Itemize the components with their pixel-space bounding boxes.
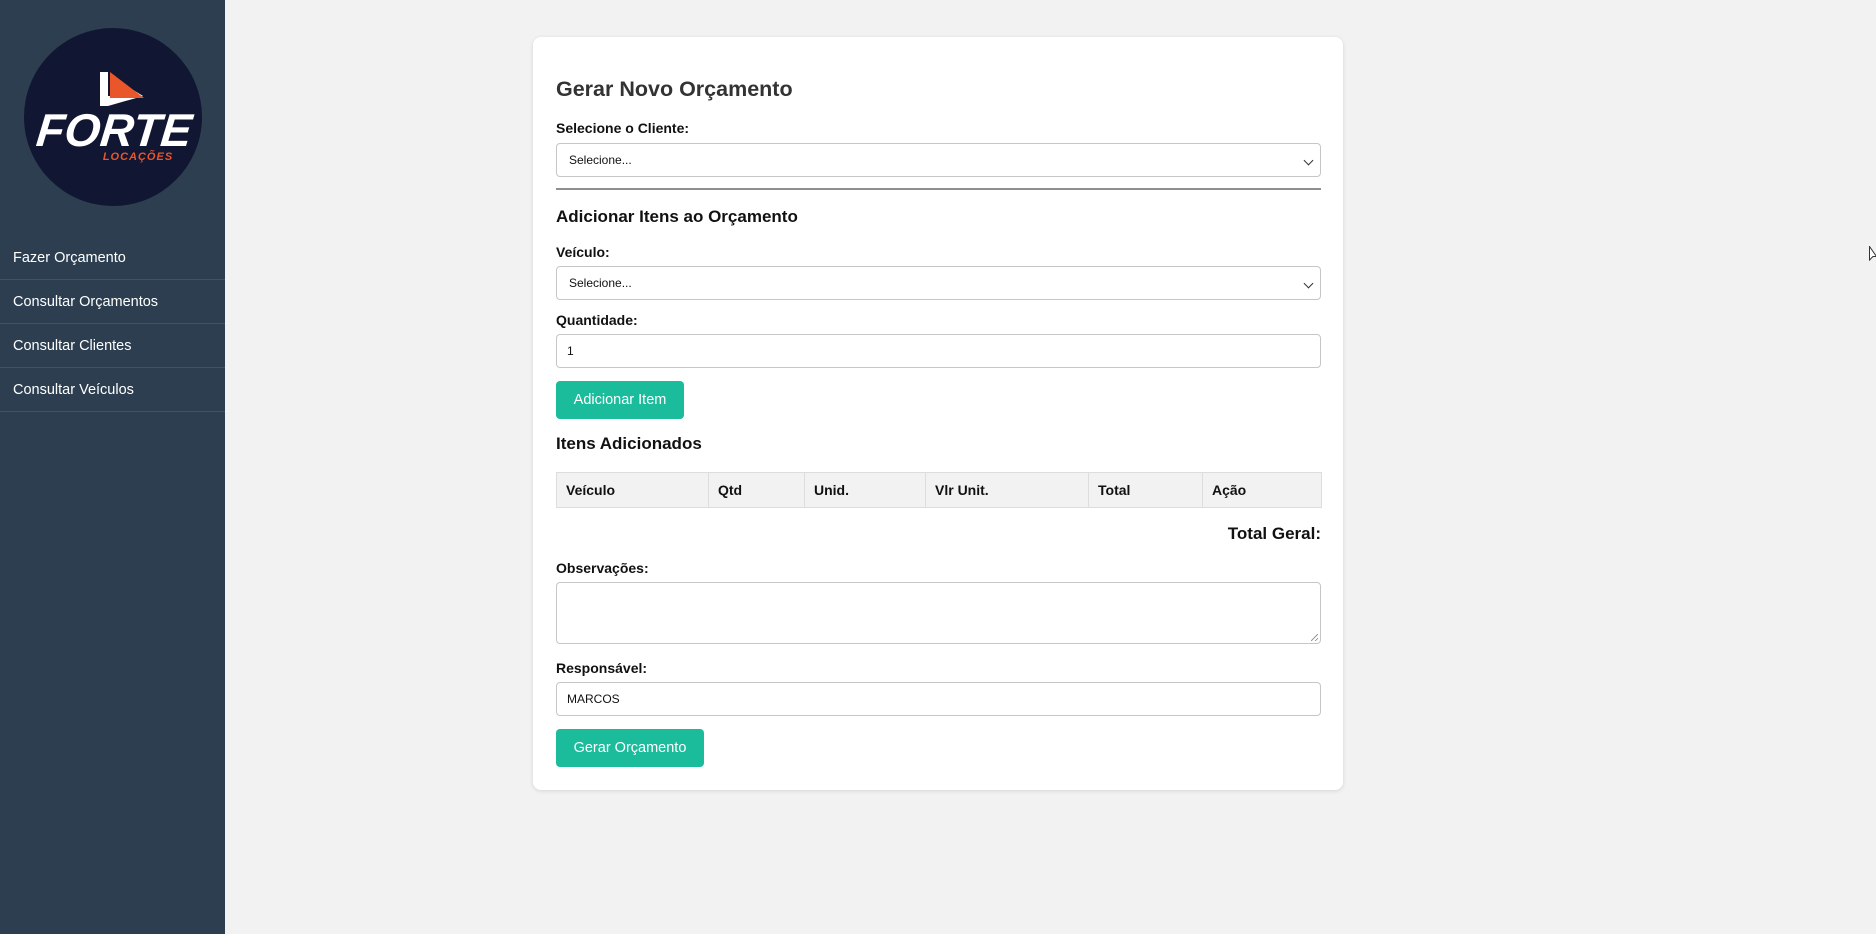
mouse-cursor-icon (1869, 244, 1876, 267)
column-header-vlr-unit: Vlr Unit. (925, 472, 1089, 508)
quantity-label: Quantidade: (556, 312, 638, 328)
column-header-veiculo: Veículo (556, 472, 709, 508)
quantity-value: 1 (567, 344, 574, 358)
sidebar-nav: Fazer Orçamento Consultar Orçamentos Con… (0, 236, 225, 412)
items-title: Itens Adicionados (556, 434, 702, 453)
budget-form-card: Gerar Novo Orçamento Selecione o Cliente… (533, 37, 1343, 790)
notes-label: Observações: (556, 560, 649, 576)
add-items-title: Adicionar Itens ao Orçamento (556, 207, 798, 226)
total-geral-label: Total Geral: (1227, 524, 1321, 543)
forte-logo: FORTE LOCAÇÕES (24, 28, 202, 206)
svg-text:LOCAÇÕES: LOCAÇÕES (103, 150, 173, 163)
chevron-down-icon (1303, 278, 1314, 289)
vehicle-label: Veículo: (556, 244, 610, 260)
sidebar-item-consultar-veiculos[interactable]: Consultar Veículos (0, 368, 225, 412)
column-header-acao: Ação (1202, 472, 1322, 508)
notes-textarea[interactable] (556, 582, 1321, 644)
column-header-qtd: Qtd (708, 472, 805, 508)
quantity-input[interactable]: 1 (556, 334, 1321, 368)
generate-budget-button[interactable]: Gerar Orçamento (556, 729, 704, 767)
table-header-row: Veículo Qtd Unid. Vlr Unit. Total Ação (556, 472, 1322, 508)
resize-handle-icon[interactable] (1311, 634, 1318, 641)
page-title: Gerar Novo Orçamento (556, 77, 793, 101)
vehicle-select-value: Selecione... (569, 276, 632, 290)
sidebar-item-consultar-orcamentos[interactable]: Consultar Orçamentos (0, 280, 225, 324)
client-label: Selecione o Cliente: (556, 120, 690, 136)
section-divider (556, 188, 1321, 190)
client-select[interactable]: Selecione... (556, 143, 1321, 177)
items-table: Veículo Qtd Unid. Vlr Unit. Total Ação (556, 472, 1322, 508)
responsible-input[interactable]: MARCOS (556, 682, 1321, 716)
chevron-down-icon (1303, 155, 1314, 166)
client-select-value: Selecione... (569, 153, 632, 167)
add-item-button[interactable]: Adicionar Item (556, 381, 684, 419)
column-header-total: Total (1088, 472, 1203, 508)
responsible-value: MARCOS (567, 692, 620, 706)
sidebar-item-fazer-orcamento[interactable]: Fazer Orçamento (0, 236, 225, 280)
sidebar: FORTE LOCAÇÕES Fazer Orçamento Consultar… (0, 0, 225, 934)
column-header-unid: Unid. (804, 472, 926, 508)
sidebar-item-consultar-clientes[interactable]: Consultar Clientes (0, 324, 225, 368)
vehicle-select[interactable]: Selecione... (556, 266, 1321, 300)
svg-text:FORTE: FORTE (34, 104, 196, 156)
responsible-label: Responsável: (556, 660, 648, 676)
